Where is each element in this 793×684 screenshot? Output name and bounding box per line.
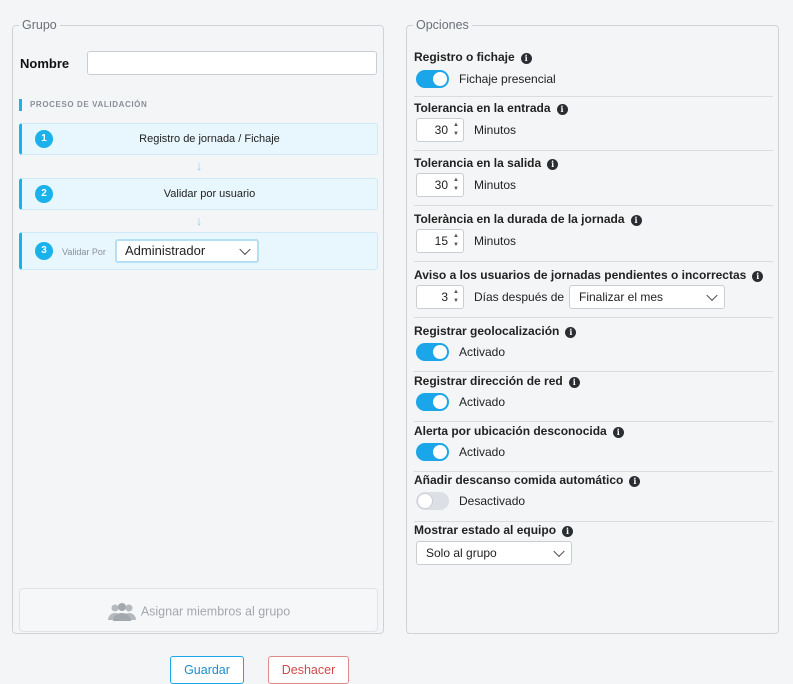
option-aviso: Aviso a los usuarios de jornadas pendien… bbox=[414, 268, 773, 318]
chevron-down-icon bbox=[706, 289, 718, 302]
option-direccion-red: Registrar dirección de red i Activado bbox=[414, 374, 773, 422]
info-icon[interactable]: i bbox=[562, 526, 574, 537]
toggle-label: Activado bbox=[459, 445, 506, 459]
stepper-arrows-icon[interactable]: ▲ ▼ bbox=[451, 121, 461, 139]
nombre-input[interactable] bbox=[87, 51, 377, 75]
option-title: Aviso a los usuarios de jornadas pendien… bbox=[414, 268, 747, 282]
option-title: Tolerancia en la salida bbox=[414, 156, 542, 170]
grupo-panel: Grupo Nombre PROCESO DE VALIDACIÓN 1 Reg… bbox=[12, 18, 384, 634]
nombre-label: Nombre bbox=[20, 56, 70, 71]
chevron-down-icon bbox=[553, 545, 565, 558]
geolocalizacion-toggle[interactable] bbox=[416, 343, 449, 361]
opciones-panel: Opciones Registro o fichaje i Fichaje pre… bbox=[406, 18, 779, 634]
validation-step-2: 2 Validar por usuario bbox=[19, 178, 378, 210]
stepper-arrows-icon[interactable]: ▲ ▼ bbox=[451, 176, 461, 194]
option-estado: Mostrar estado al equipo i Solo al grupo bbox=[414, 523, 773, 573]
option-tolerancia-jornada: Tolerància en la durada de la jornada i 1… bbox=[414, 212, 773, 262]
tolerancia-entrada-stepper[interactable]: 30 ▲ ▼ bbox=[416, 118, 464, 142]
aviso-periodo-select[interactable]: Finalizar el mes bbox=[569, 285, 725, 309]
grupo-legend: Grupo bbox=[22, 18, 57, 32]
toggle-label: Activado bbox=[459, 345, 506, 359]
option-title: Tolerancia en la entrada bbox=[414, 101, 551, 115]
option-title: Registrar geolocalización bbox=[414, 324, 560, 338]
validation-step-1: 1 Registro de jornada / Fichaje bbox=[19, 123, 378, 155]
users-icon bbox=[107, 603, 136, 621]
toggle-label: Activado bbox=[459, 395, 506, 409]
direccion-red-toggle[interactable] bbox=[416, 393, 449, 411]
step-label: Registro de jornada / Fichaje bbox=[139, 133, 280, 145]
undo-button[interactable]: Deshacer bbox=[268, 656, 349, 684]
registro-toggle[interactable] bbox=[416, 70, 449, 88]
tolerancia-jornada-stepper[interactable]: 15 ▲ ▼ bbox=[416, 229, 464, 253]
toggle-label: Desactivado bbox=[459, 494, 526, 508]
option-ubicacion: Alerta por ubicación desconocida i Activa… bbox=[414, 424, 773, 472]
arrow-down-icon: ↓ bbox=[195, 158, 203, 173]
stepper-value: 15 bbox=[434, 234, 448, 248]
validar-por-value: Administrador bbox=[125, 243, 206, 258]
info-icon[interactable]: i bbox=[612, 427, 624, 438]
proceso-validacion-title: PROCESO DE VALIDACIÓN bbox=[19, 99, 147, 111]
unit-label: Minutos bbox=[474, 123, 517, 137]
opciones-legend: Opciones bbox=[416, 18, 469, 32]
info-icon[interactable]: i bbox=[630, 215, 642, 226]
option-geolocalizacion: Registrar geolocalización i Activado bbox=[414, 324, 773, 372]
select-value: Solo al grupo bbox=[426, 546, 497, 560]
info-icon[interactable]: i bbox=[629, 476, 641, 487]
step-number: 3 bbox=[35, 242, 53, 260]
chevron-down-icon bbox=[239, 243, 251, 256]
option-title: Tolerància en la durada de la jornada bbox=[414, 212, 625, 226]
info-icon[interactable]: i bbox=[520, 53, 532, 64]
step-label: Validar por usuario bbox=[163, 188, 256, 200]
stepper-arrows-icon[interactable]: ▲ ▼ bbox=[451, 288, 461, 306]
validation-step-3: 3 Validar Por Administrador bbox=[19, 232, 378, 270]
unit-label: Minutos bbox=[474, 234, 517, 248]
option-tolerancia-salida: Tolerancia en la salida i 30 ▲ ▼ Minutos bbox=[414, 156, 773, 206]
select-value: Finalizar el mes bbox=[579, 290, 664, 304]
stepper-value: 3 bbox=[441, 290, 448, 304]
option-title: Mostrar estado al equipo bbox=[414, 523, 557, 537]
option-tolerancia-entrada: Tolerancia en la entrada i 30 ▲ ▼ Minutos bbox=[414, 101, 773, 151]
descanso-toggle[interactable] bbox=[416, 492, 449, 510]
save-button[interactable]: Guardar bbox=[170, 656, 244, 684]
option-title: Registro o fichaje bbox=[414, 50, 515, 64]
arrow-down-icon: ↓ bbox=[195, 213, 203, 228]
option-title: Alerta por ubicación desconocida bbox=[414, 424, 607, 438]
info-icon[interactable]: i bbox=[556, 104, 568, 115]
assign-members-label: Asignar miembros al grupo bbox=[140, 604, 291, 619]
stepper-value: 30 bbox=[434, 178, 448, 192]
assign-members-button[interactable]: Asignar miembros al grupo bbox=[19, 588, 378, 632]
ubicacion-toggle[interactable] bbox=[416, 443, 449, 461]
stepper-arrows-icon[interactable]: ▲ ▼ bbox=[451, 232, 461, 250]
option-registro: Registro o fichaje i Fichaje presencial bbox=[414, 50, 773, 97]
info-icon[interactable]: i bbox=[568, 377, 580, 388]
toggle-label: Fichaje presencial bbox=[459, 72, 556, 86]
tolerancia-salida-stepper[interactable]: 30 ▲ ▼ bbox=[416, 173, 464, 197]
option-title: Añadir descanso comida automático bbox=[414, 473, 624, 487]
info-icon[interactable]: i bbox=[547, 159, 559, 170]
validar-por-label: Validar Por bbox=[62, 247, 106, 257]
option-title: Registrar dirección de red bbox=[414, 374, 563, 388]
estado-select[interactable]: Solo al grupo bbox=[416, 541, 572, 565]
validar-por-select[interactable]: Administrador bbox=[115, 239, 259, 263]
unit-label: Minutos bbox=[474, 178, 517, 192]
info-icon[interactable]: i bbox=[752, 271, 764, 282]
option-descanso: Añadir descanso comida automático i Desac… bbox=[414, 473, 773, 522]
aviso-dias-stepper[interactable]: 3 ▲ ▼ bbox=[416, 285, 464, 309]
unit-label: Días después de bbox=[474, 290, 565, 304]
info-icon[interactable]: i bbox=[565, 327, 577, 338]
stepper-value: 30 bbox=[434, 123, 448, 137]
